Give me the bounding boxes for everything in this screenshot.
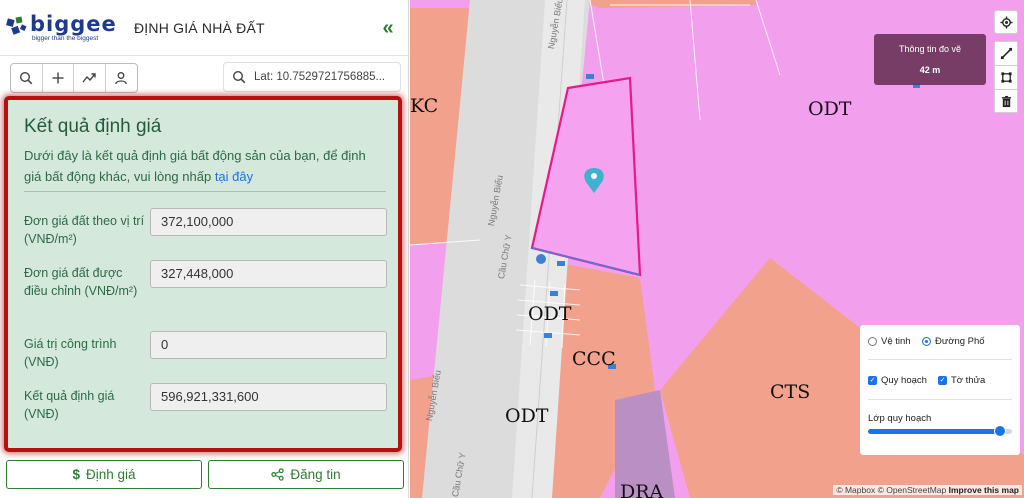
draw-polygon-button[interactable]	[994, 65, 1018, 89]
zone-label: ODT	[808, 98, 852, 120]
logo-mark-icon	[6, 16, 27, 35]
panel-header: biggee bigger than the biggest ĐỊNH GIÁ …	[0, 0, 409, 56]
search-icon	[20, 71, 33, 85]
parcel-checkbox[interactable]: ✓	[938, 376, 947, 385]
field-label-adjusted-price: Đơn giá đất được điều chỉnh (VNĐ/m²)	[24, 266, 138, 298]
planning-checkbox[interactable]: ✓	[868, 376, 877, 385]
parcel-marker-icon[interactable]	[536, 254, 546, 264]
valuate-button[interactable]: $ Định giá	[6, 460, 202, 489]
app-title: ĐỊNH GIÁ NHÀ ĐẤT	[134, 20, 265, 36]
coordinate-value: Lat: 10.7529721756885...	[254, 71, 386, 83]
valuation-result-field[interactable]: 596,921,331,600	[150, 383, 387, 411]
delete-drawing-button[interactable]	[994, 89, 1018, 113]
result-description-text: Dưới đây là kết quả định giá bất động sả…	[24, 148, 366, 184]
map-controls	[994, 10, 1018, 113]
divider	[24, 191, 386, 192]
field-label-building-value: Giá trị công trình (VNĐ)	[24, 337, 117, 369]
trash-icon	[1001, 95, 1011, 107]
user-icon	[115, 72, 128, 85]
collapse-panel-button[interactable]: «	[376, 16, 400, 40]
new-valuation-link[interactable]: tại đây	[215, 169, 253, 184]
map-attribution: © Mapbox © OpenStreetMap Improve this ma…	[833, 485, 1022, 495]
street-map-radio[interactable]	[922, 337, 931, 346]
zone-label: ODT	[528, 303, 572, 325]
measurement-title: Thông tin đo vẽ	[898, 44, 962, 54]
logo-tagline: bigger than the biggest	[32, 35, 99, 42]
planning-layer-option[interactable]: ✓ Quy hoạch	[868, 375, 927, 386]
osm-attribution-link[interactable]: © OpenStreetMap	[878, 485, 947, 495]
parcel-layer-option[interactable]: ✓ Tờ thửa	[938, 375, 985, 386]
valuate-button-label: Định giá	[85, 467, 136, 482]
field-label-location-price: Đơn giá đất theo vị trí (VNĐ/m²)	[24, 214, 145, 246]
zone-label: CCC	[572, 348, 616, 370]
zone-label: DRA	[620, 481, 664, 498]
valuation-result-card: Kết quả định giá Dưới đây là kết quả địn…	[4, 96, 402, 452]
plus-icon	[52, 72, 64, 84]
divider	[868, 359, 1012, 360]
search-tool-button[interactable]	[11, 64, 43, 92]
search-icon	[232, 70, 246, 84]
satellite-option[interactable]: Vệ tinh	[868, 336, 911, 347]
opacity-label: Lớp quy hoạch	[868, 413, 932, 424]
line-tool-icon	[1000, 47, 1012, 60]
result-description: Dưới đây là kết quả định giá bất động sả…	[24, 145, 386, 187]
post-listing-button-label: Đăng tin	[290, 467, 341, 482]
building-value-field[interactable]: 0	[150, 331, 387, 359]
draw-tool-group	[994, 41, 1018, 113]
zone-label: KC	[410, 95, 439, 117]
zone-label: CTS	[770, 381, 811, 403]
mapbox-attribution-link[interactable]: © Mapbox	[836, 485, 875, 495]
street-map-option[interactable]: Đường Phố	[922, 336, 985, 347]
logo-text: biggee	[30, 12, 117, 36]
opacity-slider-thumb[interactable]	[994, 425, 1006, 437]
satellite-label: Vệ tinh	[881, 336, 911, 347]
map-canvas[interactable]: KC ODT ODT CCC ODT CTS DRA Nguyễn Biểu N…	[410, 0, 1024, 498]
valuation-panel: biggee bigger than the biggest ĐỊNH GIÁ …	[0, 0, 409, 498]
planning-label: Quy hoạch	[881, 375, 927, 386]
divider	[868, 399, 1012, 400]
measurement-info-box: Thông tin đo vẽ 42 m	[874, 34, 986, 85]
user-tool-button[interactable]	[106, 64, 137, 92]
adjusted-price-field[interactable]: 327,448,000	[150, 260, 387, 288]
dollar-icon: $	[72, 467, 80, 482]
field-label-valuation-result: Kết quả định giá (VNĐ)	[24, 389, 115, 421]
add-tool-button[interactable]	[43, 64, 74, 92]
trend-icon	[82, 73, 96, 83]
result-title: Kết quả định giá	[24, 116, 162, 137]
coordinate-search-input[interactable]: Lat: 10.7529721756885...	[223, 62, 401, 92]
street-map-label: Đường Phố	[935, 336, 985, 347]
measurement-value: 42 m	[919, 65, 941, 75]
polygon-tool-icon	[1000, 72, 1012, 83]
zone-label: ODT	[505, 405, 549, 427]
tool-bar	[10, 63, 138, 93]
opacity-label-row: Lớp quy hoạch	[868, 413, 931, 424]
parcel-label: Tờ thửa	[951, 375, 986, 386]
trend-tool-button[interactable]	[74, 64, 106, 92]
crosshair-icon	[999, 15, 1013, 29]
improve-map-link[interactable]: Improve this map	[949, 485, 1019, 495]
zone-parcel-top[interactable]	[580, 0, 756, 8]
geolocate-button[interactable]	[994, 10, 1018, 34]
post-listing-button[interactable]: Đăng tin	[208, 460, 404, 489]
share-icon	[271, 468, 285, 481]
satellite-radio[interactable]	[868, 337, 877, 346]
layer-control-panel: Vệ tinh Đường Phố ✓ Quy hoạch ✓ Tờ thửa …	[860, 325, 1020, 455]
logo[interactable]: biggee bigger than the biggest	[6, 12, 121, 44]
opacity-slider-track[interactable]	[868, 429, 1000, 434]
location-price-field[interactable]: 372,100,000	[150, 208, 387, 236]
draw-line-button[interactable]	[994, 41, 1018, 65]
